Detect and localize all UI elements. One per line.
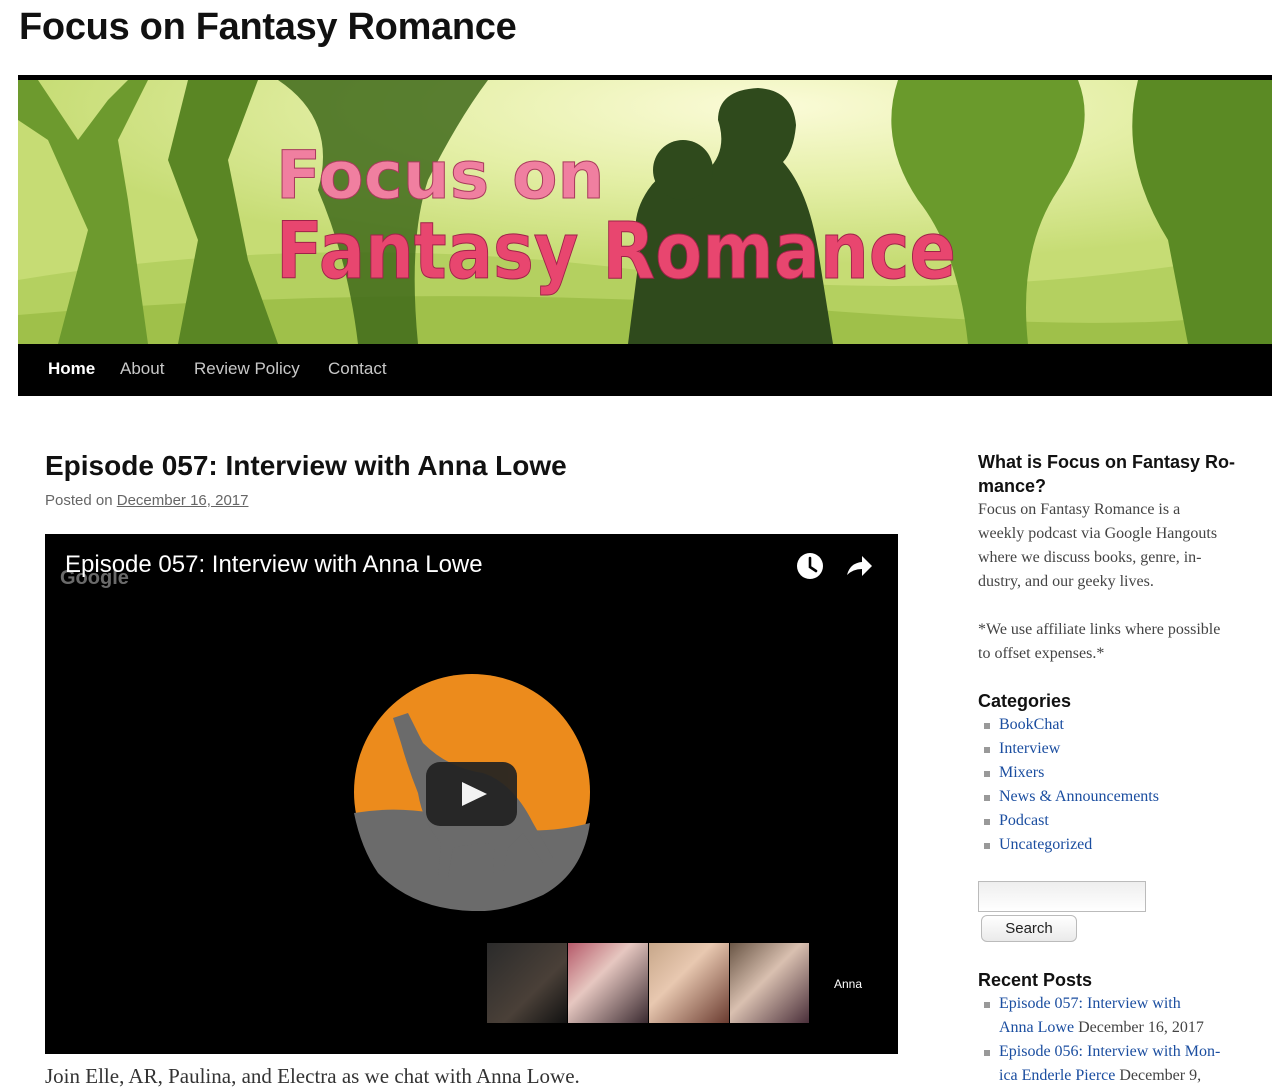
main-content: Episode 057: Interview with Anna Lowe Po… [45,450,898,1088]
recent-post-date: December 9, [1119,1067,1202,1084]
play-button[interactable] [426,762,517,826]
category-item: Mixers [978,761,1253,785]
about-widget-text: Focus on Fantasy Romance is a weekly pod… [978,501,1218,590]
recent-posts-widget: Recent Posts Episode 057: Interview with… [978,968,1253,1088]
nav-review-policy[interactable]: Review Policy [194,359,300,379]
category-item: BookChat [978,713,1253,737]
category-item: Podcast [978,809,1253,833]
posted-on-label: Posted on [45,492,113,509]
share-icon[interactable] [842,549,876,583]
category-item: News & Announcements [978,785,1253,809]
main-nav: Home About Review Policy Contact [18,344,1272,396]
site-title[interactable]: Focus on Fantasy Romance [19,6,517,49]
post-date-link[interactable]: December 16, 2017 [117,492,249,509]
category-link-bookchat[interactable]: BookChat [999,716,1064,733]
nav-contact[interactable]: Contact [328,359,387,379]
nav-home[interactable]: Home [48,359,95,379]
category-link-uncategorized[interactable]: Uncategorized [999,836,1092,853]
participant-thumbnail [649,943,729,1023]
watch-later-icon[interactable] [793,549,827,583]
post-meta: Posted on December 16, 2017 [45,492,898,509]
nav-about[interactable]: About [120,359,164,379]
participant-thumbnail [487,943,567,1023]
participant-thumbnail [730,943,809,1023]
video-player[interactable]: Google Episode 057: Interview with Anna … [45,534,898,1054]
banner-line1: Focus on [276,137,604,214]
categories-title: Categories [978,691,1072,711]
affiliate-note: *We use affiliate links where possible t… [978,621,1221,662]
category-link-interview[interactable]: Interview [999,740,1060,757]
categories-widget: Categories BookChat Interview Mixers New… [978,689,1253,857]
category-link-news[interactable]: News & Announcements [999,788,1159,805]
about-widget: What is Focus on Fantasy Ro-mance? Focus… [978,450,1253,666]
post-title[interactable]: Episode 057: Interview with Anna Lowe [45,450,898,482]
about-widget-title: What is Focus on Fantasy Ro-mance? [978,452,1236,496]
recent-post-date: December 16, 2017 [1078,1019,1204,1036]
banner-line2: Fantasy Romance [276,207,956,297]
search-input[interactable] [978,881,1146,912]
video-title[interactable]: Episode 057: Interview with Anna Lowe [65,551,483,579]
participant-label: Anna [834,977,863,991]
category-item: Interview [978,737,1253,761]
category-link-mixers[interactable]: Mixers [999,764,1044,781]
recent-post-item: Episode 057: Interview with Anna Lowe Dec… [978,992,1253,1040]
recent-posts-title: Recent Posts [978,970,1093,990]
participant-thumbnail [568,943,648,1023]
category-item: Uncategorized [978,833,1253,857]
recent-post-item: Episode 056: Interview with Mon-ica Ende… [978,1040,1253,1088]
banner-image: Focus on Fantasy Romance [18,80,1272,344]
search-button[interactable]: Search [981,915,1077,942]
header-banner[interactable]: Focus on Fantasy Romance [18,75,1272,344]
post-excerpt: Join Elle, AR, Paulina, and Electra as w… [45,1064,580,1088]
participant-strip [487,943,809,1023]
category-link-podcast[interactable]: Podcast [999,812,1049,829]
play-icon [462,782,487,806]
